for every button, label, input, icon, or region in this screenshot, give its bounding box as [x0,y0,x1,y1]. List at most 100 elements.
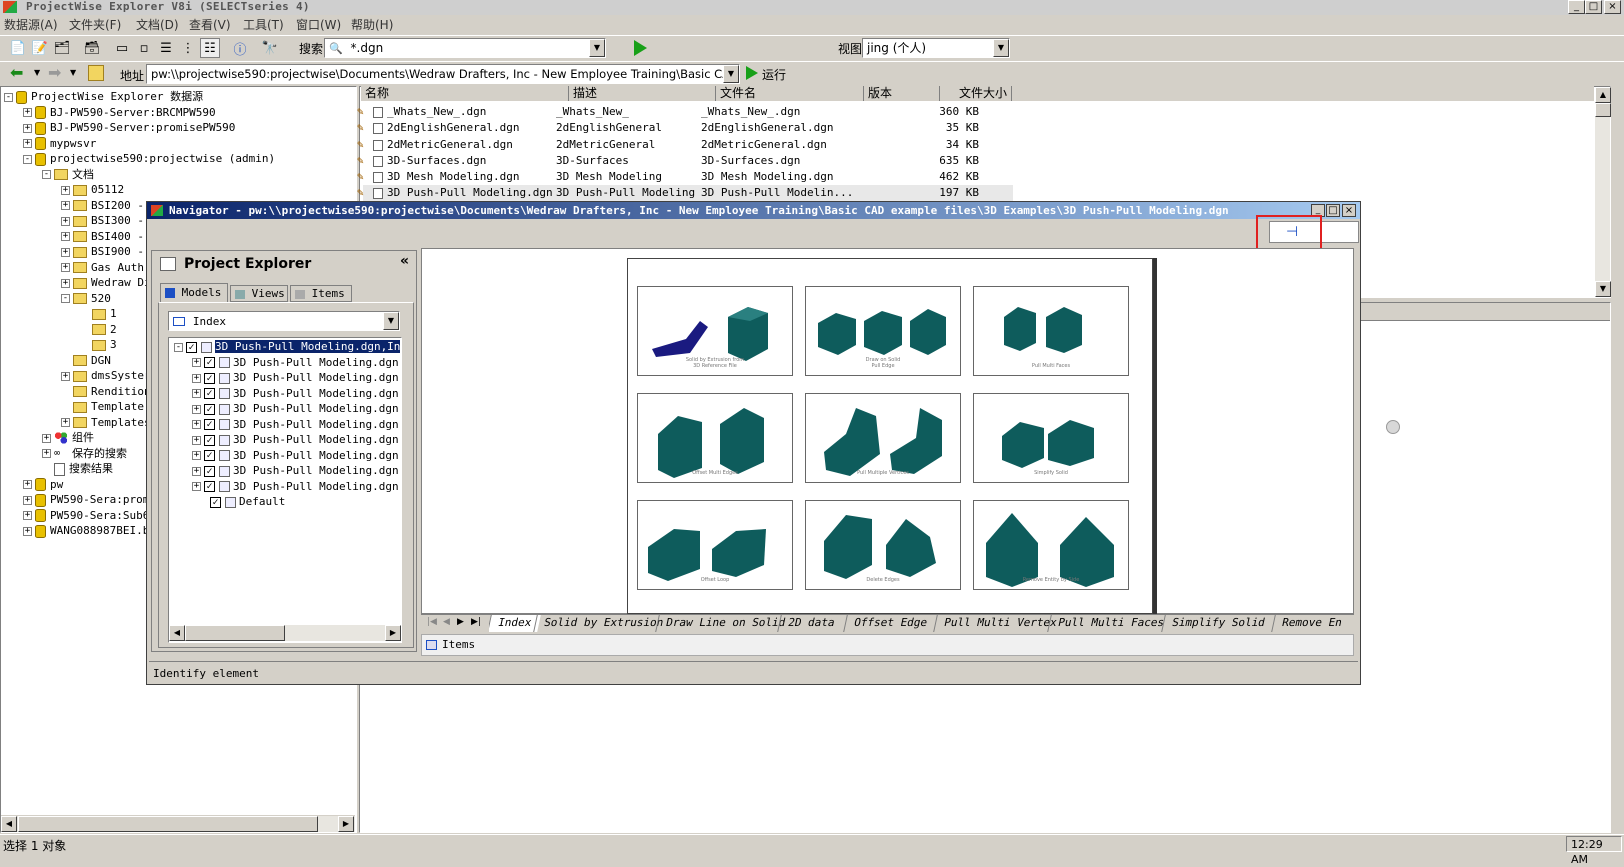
file-row[interactable]: ✎ _Whats_New_.dgn _Whats_New_ _Whats_New_.d… [357,104,1013,120]
expand-icon[interactable]: + [42,433,51,443]
small-icons-icon[interactable]: ▫ [134,38,154,58]
close-button[interactable]: × [1604,0,1621,14]
chevron-down-icon[interactable]: ▼ [723,65,739,83]
search-combo[interactable]: 🔍 *.dgn ▼ [324,38,606,58]
file-row[interactable]: ✎ 2dMetricGeneral.dgn 2dMetricGeneral 2dMet… [357,137,1013,153]
expand-icon[interactable]: + [61,201,70,210]
view-combo[interactable]: jing (个人) ▼ [862,38,1010,58]
collapse-icon[interactable]: - [174,342,183,352]
model-dropdown[interactable]: Index ▼ [168,311,400,331]
next-sheet-icon[interactable]: ▶ [457,617,464,627]
tree-item[interactable]: +05112 [4,182,354,198]
expand-icon[interactable]: + [42,449,51,458]
model-item[interactable]: + ✓ 3D Push-Pull Modeling.dgn,P [174,417,400,433]
first-sheet-icon[interactable]: |◀ [427,617,437,627]
menu-folder[interactable]: 文件夹(F) [69,15,121,35]
address-combo[interactable]: pw:\\projectwise590:projectwise\Document… [146,64,740,84]
expand-icon[interactable]: + [23,123,32,133]
model-checkbox[interactable]: ✓ [204,357,215,368]
scroll-left-icon[interactable]: ◀ [169,625,185,641]
menu-view[interactable]: 查看(V) [189,15,231,35]
sheet-tab[interactable]: Solid by Extrusion [533,615,674,632]
properties-icon[interactable]: 🗂 [52,38,72,58]
tree-item[interactable]: - 文档 [4,167,354,183]
scroll-left-icon[interactable]: ◀ [1,816,17,832]
model-checkbox[interactable]: ✓ [210,496,221,508]
sheet-tab[interactable]: 2D data [777,615,845,632]
expand-icon[interactable]: + [192,358,201,367]
expand-icon[interactable]: + [61,247,70,257]
expand-icon[interactable]: + [23,108,32,117]
expand-icon[interactable]: + [192,389,201,398]
tree-item[interactable]: - projectwise590:projectwise (admin) [4,151,354,167]
menu-tools[interactable]: 工具(T) [243,15,284,35]
expand-icon[interactable]: + [192,404,201,414]
expand-icon[interactable]: + [61,371,70,381]
binoculars-icon[interactable]: 🔭 [260,38,280,58]
scroll-thumb[interactable] [185,625,285,641]
preview-handle-icon[interactable] [1386,420,1400,434]
scroll-up-icon[interactable]: ▲ [1595,87,1611,103]
minimize-button[interactable]: _ [1568,0,1585,14]
collapse-icon[interactable]: - [23,154,32,164]
expand-icon[interactable]: + [23,511,32,520]
model-checkbox[interactable]: ✓ [204,465,215,477]
sheet-tab[interactable]: Offset Edge [843,615,937,632]
model-item[interactable]: ✓ Default [174,494,400,510]
database-icon[interactable]: 🗃 [82,38,102,58]
model-checkbox[interactable]: ✓ [204,419,215,430]
back-dropdown-icon[interactable]: ▼ [34,68,40,77]
tree-root[interactable]: - ProjectWise Explorer 数据源 [4,89,354,105]
tree-item[interactable]: + BJ-PW590-Server:BRCMPW590 [4,105,354,121]
scroll-thumb[interactable] [1595,103,1611,117]
collapse-icon[interactable]: - [42,170,51,179]
collapse-icon[interactable]: - [61,294,70,303]
model-item[interactable]: + ✓ 3D Push-Pull Modeling.dgn,P [174,432,400,448]
expand-icon[interactable]: + [61,418,70,427]
sheet-tab[interactable]: Draw Line on Solid [655,615,796,632]
tree-hscrollbar[interactable]: ◀ ▶ [1,815,355,832]
new-icon[interactable]: 📄 [8,38,28,58]
search-go-icon[interactable] [634,40,647,56]
tree-item[interactable]: + BJ-PW590-Server:promisePW590 [4,120,354,136]
model-checkbox[interactable]: ✓ [204,372,215,384]
file-row[interactable]: ✎ 3D Push-Pull Modeling.dgn 3D Push-Pull M… [357,185,1013,202]
scroll-thumb[interactable] [18,816,318,832]
model-checkbox[interactable]: ✓ [204,388,215,399]
collapse-button[interactable]: « [400,253,409,269]
expand-icon[interactable]: + [61,216,70,226]
large-icons-icon[interactable]: ▭ [112,38,132,58]
expand-icon[interactable]: + [61,232,70,241]
help-icon[interactable]: ⓘ [230,38,250,58]
tree-icon[interactable]: ⋮ [178,38,198,58]
tree-item[interactable]: + mypwsvr [4,136,354,152]
expand-icon[interactable]: + [192,373,201,383]
model-item[interactable]: - ✓ 3D Push-Pull Modeling.dgn,Inde [174,339,400,355]
model-checkbox[interactable]: ✓ [204,481,215,492]
expand-icon[interactable]: + [192,466,201,476]
model-checkbox[interactable]: ✓ [204,434,215,446]
expand-icon[interactable]: + [23,495,32,505]
filelist-vscrollbar[interactable]: ▲ ▼ [1594,87,1611,297]
model-item[interactable]: + ✓ 3D Push-Pull Modeling.dgn,O [174,401,400,417]
maximize-button[interactable]: □ [1585,0,1602,14]
file-row[interactable]: ✎ 3D Mesh Modeling.dgn 3D Mesh Modeling 3D … [357,169,1013,185]
forward-dropdown-icon[interactable]: ▼ [70,68,76,77]
column-filename[interactable]: 文件名 [716,86,864,101]
navigator-maximize-button[interactable]: □ [1326,204,1340,217]
menu-datasource[interactable]: 数据源(A) [4,15,58,35]
model-checkbox[interactable]: ✓ [186,341,197,353]
tab-views[interactable]: Views [230,285,288,302]
prev-sheet-icon[interactable]: ◀ [443,617,450,627]
model-checkbox[interactable]: ✓ [204,403,215,415]
sheet-tab[interactable]: Remove En [1271,615,1352,632]
menu-window[interactable]: 窗口(W) [296,15,341,35]
up-folder-icon[interactable] [88,65,104,81]
chevron-down-icon[interactable]: ▼ [383,312,399,330]
scroll-right-icon[interactable]: ▶ [338,816,354,832]
model-item[interactable]: + ✓ 3D Push-Pull Modeling.dgn,S [174,479,400,495]
scroll-down-icon[interactable]: ▼ [1595,281,1611,297]
sheet-tab[interactable]: Simplify Solid [1161,615,1275,632]
edit-icon[interactable]: 📝 [30,38,50,58]
expand-icon[interactable]: + [61,278,70,288]
